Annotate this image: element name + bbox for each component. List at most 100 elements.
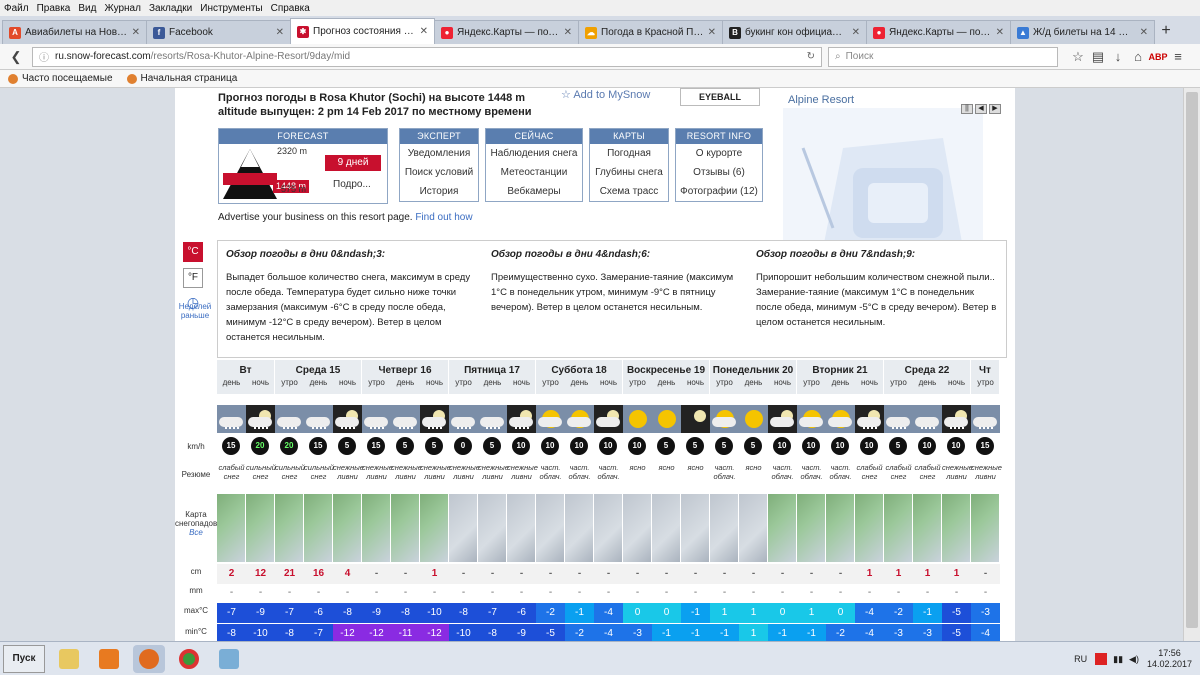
info-icon[interactable]: ⓘ (39, 49, 49, 64)
bookmark-item[interactable]: Часто посещаемые (8, 73, 113, 84)
snowfall-map-thumb[interactable] (710, 494, 739, 562)
box-link[interactable]: Глубины снега (590, 163, 668, 182)
snowfall-map-thumb[interactable] (913, 494, 942, 562)
snowfall-map-thumb[interactable] (217, 494, 246, 562)
browser-tab[interactable]: ● Яндекс.Карты — подро... ✕ (866, 20, 1011, 44)
close-tab-icon[interactable]: ✕ (1140, 27, 1148, 38)
browser-tab[interactable]: ✱ Прогноз состояния снег... ✕ (290, 18, 435, 44)
box-link[interactable]: Отзывы (6) (676, 163, 762, 182)
snowfall-map-thumb[interactable] (362, 494, 391, 562)
snowfall-map-thumb[interactable] (275, 494, 304, 562)
week-earlier-link[interactable]: Неделей раньше (175, 302, 215, 320)
reload-icon[interactable]: ↻ (807, 51, 815, 62)
detail-link[interactable]: Подро... (333, 179, 371, 190)
close-tab-icon[interactable]: ✕ (420, 26, 428, 37)
firefox-icon[interactable] (133, 644, 165, 673)
menu-item[interactable]: Файл (0, 3, 33, 14)
snowfall-map-thumb[interactable] (681, 494, 710, 562)
menu-item[interactable]: Справка (267, 3, 314, 14)
bookmark-item[interactable]: Начальная страница (126, 73, 237, 84)
browser-tab[interactable]: A Авиабилеты на Новый 2... ✕ (2, 20, 147, 44)
box-link[interactable]: О курорте (676, 144, 762, 163)
snowfall-map-thumb[interactable] (304, 494, 333, 562)
browser-tab[interactable]: Bбукинг кон официальны... ✕ (722, 20, 867, 44)
close-tab-icon[interactable]: ✕ (564, 27, 572, 38)
scrollbar-thumb[interactable] (1186, 92, 1198, 628)
language-indicator[interactable]: RU (1074, 654, 1087, 664)
snowfall-map-thumb[interactable] (971, 494, 1000, 562)
snowfall-map-thumb[interactable] (536, 494, 565, 562)
start-button[interactable]: Пуск (3, 644, 45, 673)
hamburger-menu-icon[interactable]: ≡ (1168, 47, 1188, 67)
prev-icon[interactable]: ◀ (975, 104, 987, 114)
add-to-mysnow-link[interactable]: ☆ Add to MySnow (561, 88, 650, 101)
snowfall-map-thumb[interactable] (391, 494, 420, 562)
box-link[interactable]: Погодная (590, 144, 668, 163)
browser-tab[interactable]: ☁ Погода в Красной Поля... ✕ (578, 20, 723, 44)
elev-top[interactable]: 2320 m (277, 146, 307, 156)
snowfall-map-thumb[interactable] (333, 494, 362, 562)
snowfall-map-thumb[interactable] (594, 494, 623, 562)
box-link[interactable]: Уведомления (400, 144, 478, 163)
network-icon[interactable]: ▮▮ (1113, 654, 1123, 665)
back-icon[interactable]: ❮ (6, 47, 26, 67)
browser-tab[interactable]: ▲ Ж/д билеты на 14 февр... ✕ (1010, 20, 1155, 44)
box-link[interactable]: Поиск условий (400, 163, 478, 182)
box-link[interactable]: Метеостанции (486, 163, 582, 182)
snowfall-map-thumb[interactable] (478, 494, 507, 562)
box-link[interactable]: Наблюдения снега (486, 144, 582, 163)
nine-day-button[interactable]: 9 дней (325, 155, 381, 171)
pause-icon[interactable]: || (961, 104, 973, 114)
media-player-icon[interactable] (93, 645, 125, 673)
snowfall-map-thumb[interactable] (942, 494, 971, 562)
snowfall-map-thumb[interactable] (768, 494, 797, 562)
search-input[interactable]: ⌕ Поиск (828, 46, 1058, 67)
menu-item[interactable]: Журнал (100, 3, 145, 14)
box-link[interactable]: Фотографии (12) (676, 182, 762, 201)
snowfall-map-thumb[interactable] (565, 494, 594, 562)
snowfall-map-thumb[interactable] (884, 494, 913, 562)
volume-icon[interactable]: ◀) (1129, 654, 1139, 665)
browser-tab[interactable]: f Facebook ✕ (146, 20, 291, 44)
snowfall-map-thumb[interactable] (797, 494, 826, 562)
browser-tab[interactable]: ● Яндекс.Карты — подро... ✕ (434, 20, 579, 44)
library-icon[interactable]: ▤ (1088, 47, 1108, 67)
snowfall-map-thumb[interactable] (246, 494, 275, 562)
snowfall-map-thumb[interactable] (623, 494, 652, 562)
home-icon[interactable]: ⌂ (1128, 47, 1148, 67)
menu-item[interactable]: Закладки (145, 3, 196, 14)
snowfall-map-thumb[interactable] (826, 494, 855, 562)
chrome-icon[interactable] (173, 645, 205, 673)
menu-item[interactable]: Правка (33, 3, 75, 14)
close-tab-icon[interactable]: ✕ (708, 27, 716, 38)
close-tab-icon[interactable]: ✕ (276, 27, 284, 38)
elev-bottom[interactable]: 575 m (281, 184, 306, 194)
download-icon[interactable]: ↓ (1108, 47, 1128, 67)
close-tab-icon[interactable]: ✕ (132, 27, 140, 38)
celsius-button[interactable]: °C (183, 242, 203, 262)
snowfall-map-thumb[interactable] (652, 494, 681, 562)
bookmark-star-icon[interactable]: ☆ (1068, 47, 1088, 67)
box-link[interactable]: История (400, 182, 478, 201)
new-tab-button[interactable]: + (1154, 20, 1178, 44)
next-icon[interactable]: ▶ (989, 104, 1001, 114)
explorer-icon[interactable] (53, 645, 85, 673)
url-bar[interactable]: ⓘ ru.snow-forecast.com/resorts/Rosa-Khut… (32, 46, 822, 67)
snowfall-map-thumb[interactable] (855, 494, 884, 562)
box-link[interactable]: Схема трасс (590, 182, 668, 201)
close-tab-icon[interactable]: ✕ (996, 27, 1004, 38)
flag-icon[interactable] (1095, 653, 1108, 665)
snowfall-map-thumb[interactable] (449, 494, 478, 562)
fahrenheit-button[interactable]: °F (183, 268, 203, 288)
eyeball-logo[interactable]: EYEBALL (680, 88, 760, 106)
clock[interactable]: 17:56 14.02.2017 (1147, 648, 1192, 670)
map-all-link[interactable]: Все (189, 528, 203, 537)
snowfall-map-thumb[interactable] (507, 494, 536, 562)
find-out-link[interactable]: Find out how (415, 212, 472, 223)
menu-item[interactable]: Вид (74, 3, 100, 14)
paint-icon[interactable] (213, 645, 245, 673)
close-tab-icon[interactable]: ✕ (852, 27, 860, 38)
box-link[interactable]: Вебкамеры (486, 182, 582, 201)
snowfall-map-thumb[interactable] (739, 494, 768, 562)
adblock-icon[interactable]: ABP (1148, 47, 1168, 67)
